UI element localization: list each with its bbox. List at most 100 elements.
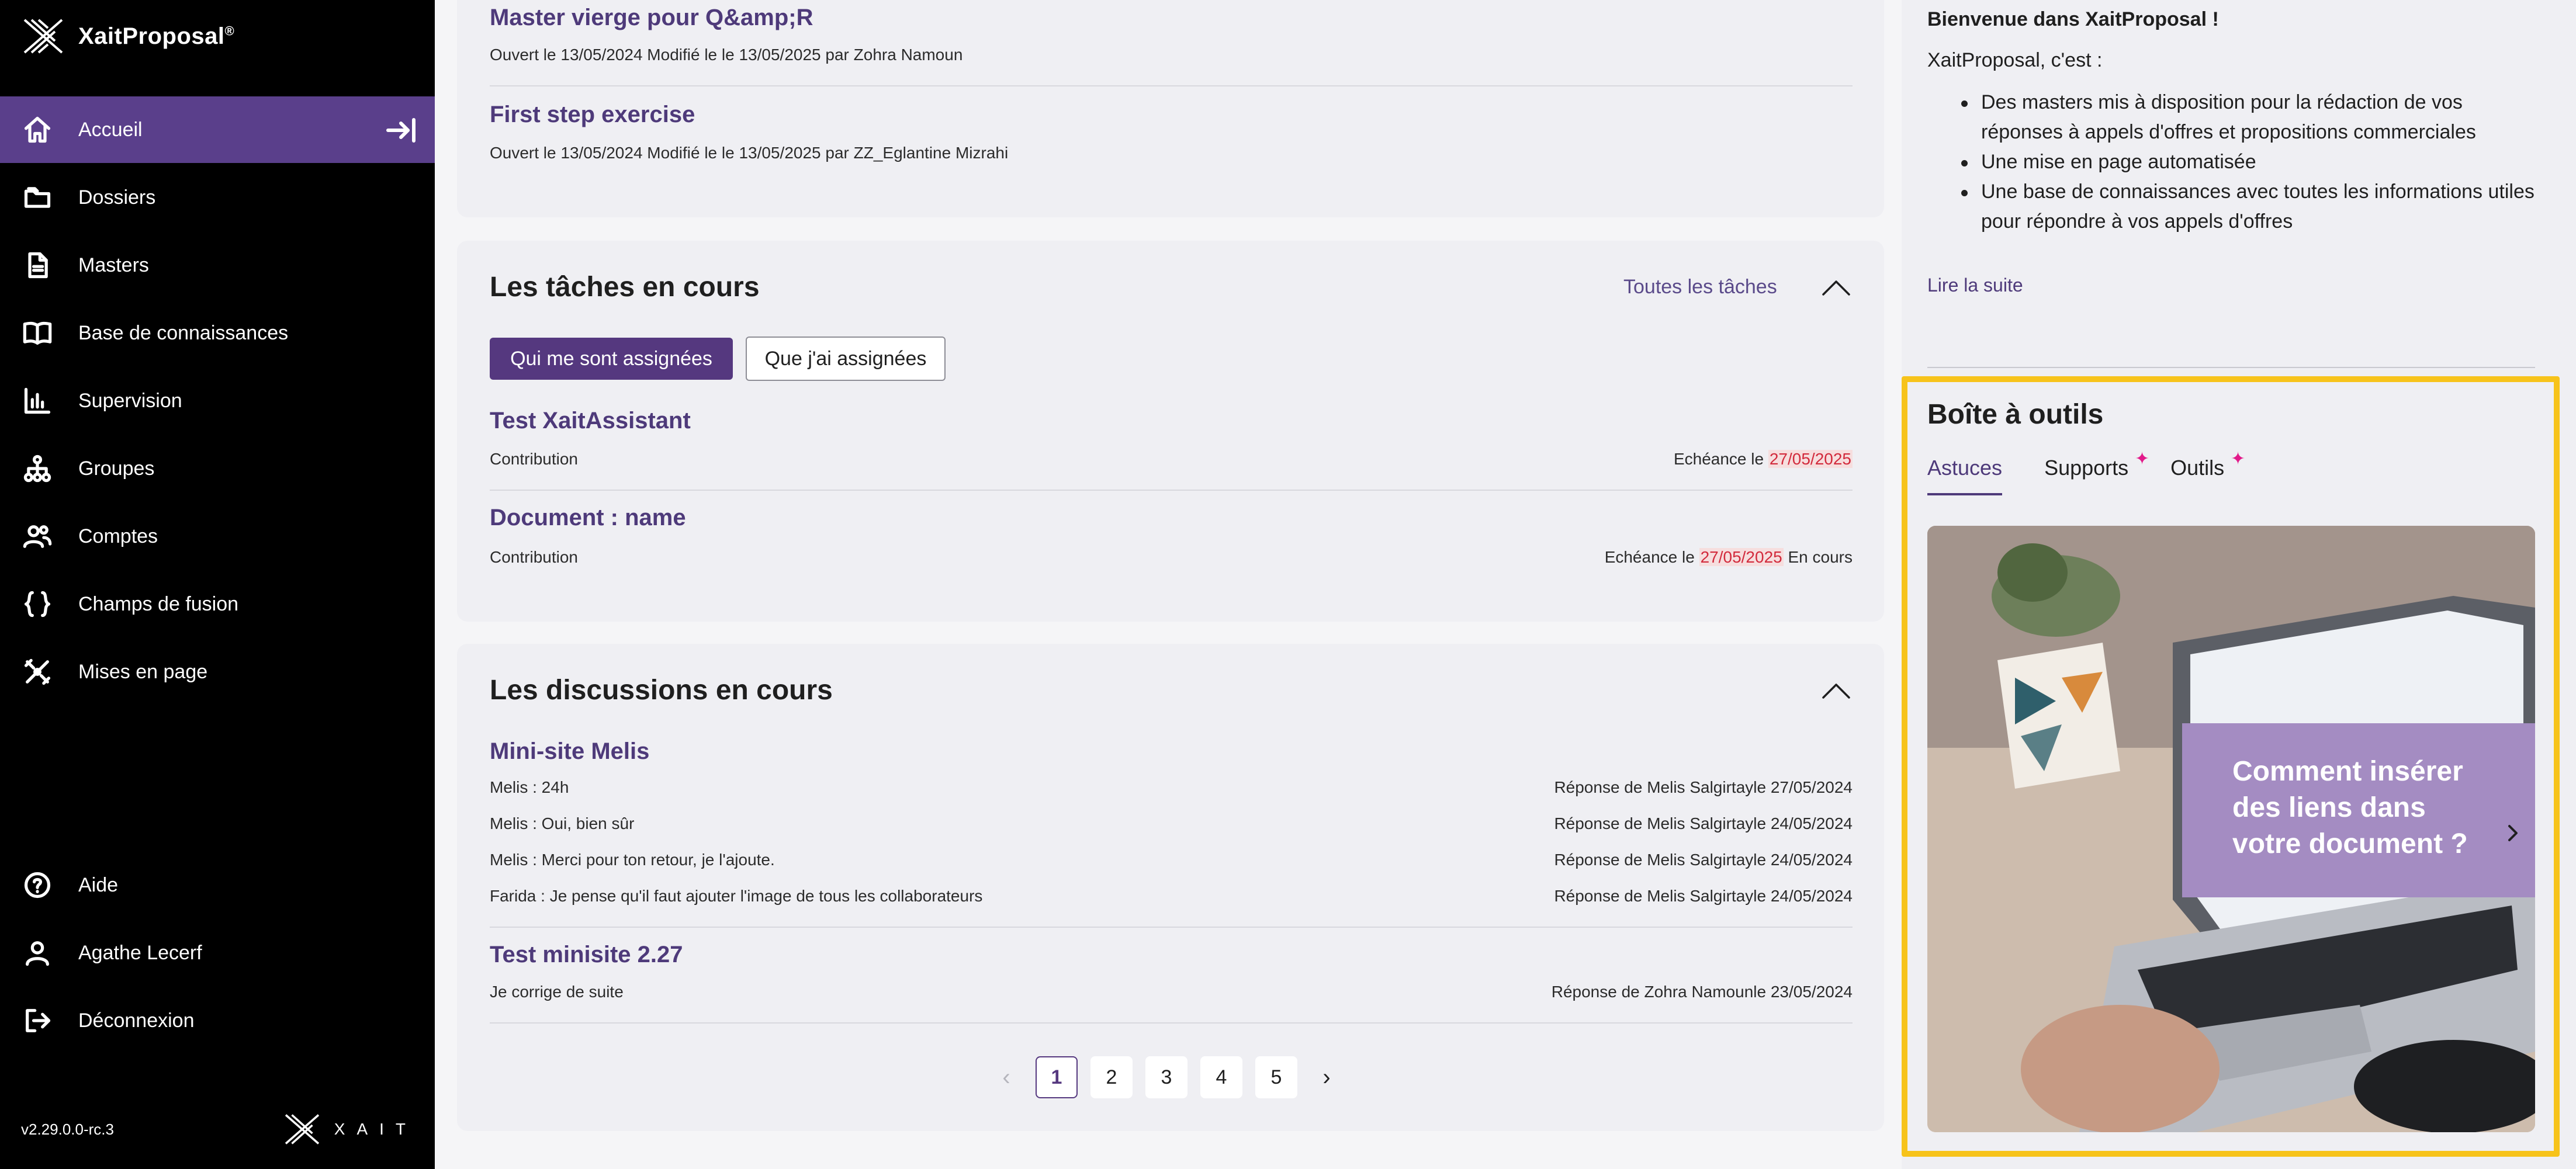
collapse-tasks-icon[interactable] — [1820, 276, 1853, 299]
task-type: Contribution — [490, 548, 578, 566]
sidebar-item-label: Masters — [78, 254, 149, 276]
chevron-right-icon — [2501, 821, 2525, 845]
task-title[interactable]: Document : name — [490, 505, 686, 531]
discussion-thread-title[interactable]: Mini-site Melis — [490, 738, 649, 765]
pagination: ‹ 1 2 3 4 5 › — [990, 1056, 1343, 1098]
welcome-title: Bienvenue dans XaitProposal ! — [1927, 8, 2219, 30]
divider — [490, 490, 1853, 491]
sidebar-item-label: Groupes — [78, 457, 155, 480]
tab-astuces[interactable]: Astuces — [1927, 456, 2003, 495]
divider — [1927, 367, 2535, 368]
task-type: Contribution — [490, 450, 578, 468]
footer-brand-name: XAIT — [334, 1120, 417, 1138]
task-title[interactable]: Test XaitAssistant — [490, 408, 691, 434]
sidebar-item-supervision[interactable]: Supervision — [0, 367, 435, 434]
xait-logo-icon — [285, 1114, 319, 1144]
pagination-page-2[interactable]: 2 — [1090, 1056, 1133, 1098]
tab-outils[interactable]: Outils ✦ — [2170, 449, 2245, 495]
discussion-message: Melis : 24h — [490, 778, 569, 796]
sidebar-item-label: Supervision — [78, 389, 182, 412]
new-sparkle-icon: ✦ — [2135, 449, 2150, 469]
sidebar-item-label: Agathe Lecerf — [78, 941, 202, 964]
sidebar-item-comptes[interactable]: Comptes — [0, 503, 435, 570]
sidebar-item-dossiers[interactable]: Dossiers — [0, 164, 435, 231]
sidebar-item-label: Comptes — [78, 525, 158, 547]
read-more-link[interactable]: Lire la suite — [1927, 275, 2023, 296]
pagination-next-button[interactable]: › — [1310, 1056, 1343, 1098]
home-icon — [22, 115, 53, 145]
recent-item-meta: Ouvert le 13/05/2024 Modifié le le 13/05… — [490, 46, 963, 64]
discussion-reply: Réponse de Melis Salgirtayle 27/05/2024 — [1554, 778, 1853, 796]
document-icon — [22, 250, 53, 280]
discussion-reply: Réponse de Melis Salgirtayle 24/05/2024 — [1554, 814, 1853, 832]
tasks-title: Les tâches en cours — [490, 272, 760, 303]
recent-item-title[interactable]: Master vierge pour Q&amp;R — [490, 5, 813, 31]
promo-text: Comment insérer des liens dans votre doc… — [2232, 756, 2468, 859]
sidebar-item-base-de-connaissances[interactable]: Base de connaissances — [0, 300, 435, 366]
sidebar-item-label: Dossiers — [78, 186, 156, 209]
welcome-bullets: Des masters mis à disposition pour la ré… — [1927, 88, 2541, 237]
sidebar-item-masters[interactable]: Masters — [0, 232, 435, 299]
task-due-prefix: Echéance le — [1604, 548, 1699, 566]
folders-icon — [22, 182, 53, 213]
app-logo[interactable]: XaitProposal® — [21, 18, 234, 55]
pagination-page-1[interactable]: 1 — [1036, 1056, 1078, 1098]
recent-item-meta: Ouvert le 13/05/2024 Modifié le le 13/05… — [490, 144, 1009, 162]
divider — [490, 927, 1853, 928]
welcome-bullet: Une mise en page automatisée — [1927, 147, 2541, 177]
sidebar-item-label: Champs de fusion — [78, 592, 239, 615]
sidebar-item-groupes[interactable]: Groupes — [0, 435, 435, 502]
tab-supports[interactable]: Supports ✦ — [2044, 449, 2149, 495]
toolbox-tabs: Astuces Supports ✦ Outils ✦ — [1927, 449, 2245, 495]
pagination-prev-button[interactable]: ‹ — [990, 1056, 1023, 1098]
sidebar-item-user-profile[interactable]: Agathe Lecerf — [0, 920, 435, 986]
layout-tools-icon — [22, 657, 53, 687]
discussion-message: Melis : Merci pour ton retour, je l'ajou… — [490, 851, 775, 869]
pagination-page-3[interactable]: 3 — [1145, 1056, 1187, 1098]
discussion-reply: Réponse de Melis Salgirtayle 24/05/2024 — [1554, 851, 1853, 869]
xait-logo-icon — [23, 19, 63, 54]
sidebar-item-accueil[interactable]: Accueil — [0, 96, 435, 163]
welcome-bullet: Des masters mis à disposition pour la ré… — [1927, 88, 2541, 147]
task-due-date: 27/05/2025 — [1699, 548, 1784, 566]
discussion-message: Je corrige de suite — [490, 983, 624, 1001]
user-icon — [22, 938, 53, 968]
sidebar-item-aide[interactable]: Aide — [0, 852, 435, 918]
main-nav: Accueil Dossiers Masters Base de connais… — [0, 96, 435, 706]
pagination-page-5[interactable]: 5 — [1255, 1056, 1297, 1098]
task-due: Echéance le 27/05/2025 — [1674, 450, 1853, 469]
sidebar-item-label: Mises en page — [78, 660, 208, 683]
collapse-sidebar-icon[interactable] — [385, 114, 417, 147]
all-tasks-link[interactable]: Toutes les tâches — [1623, 276, 1777, 299]
app-version: v2.29.0.0-rc.3 — [21, 1121, 114, 1138]
braces-icon — [22, 589, 53, 619]
tab-label: Outils — [2170, 456, 2225, 480]
welcome-bullet: Une base de connaissances avec toutes le… — [1927, 177, 2541, 237]
tab-label: Astuces — [1927, 456, 2003, 480]
filter-assigned-to-me-button[interactable]: Qui me sont assignées — [490, 338, 733, 380]
bar-chart-icon — [22, 386, 53, 416]
discussions-title: Les discussions en cours — [490, 675, 833, 706]
sidebar: XaitProposal® Accueil Dossiers Masters B… — [0, 0, 435, 1169]
task-due-prefix: Echéance le — [1673, 450, 1768, 468]
sidebar-item-champs-de-fusion[interactable]: Champs de fusion — [0, 571, 435, 637]
app-brand-name: XaitProposal — [78, 23, 225, 49]
sidebar-item-mises-en-page[interactable]: Mises en page — [0, 639, 435, 705]
collapse-discussions-icon[interactable] — [1820, 679, 1853, 702]
task-status: En cours — [1783, 548, 1853, 566]
pagination-page-4[interactable]: 4 — [1200, 1056, 1242, 1098]
tab-label: Supports — [2044, 456, 2129, 480]
task-due: Echéance le 27/05/2025 En cours — [1605, 548, 1853, 567]
hierarchy-icon — [22, 453, 53, 484]
divider — [490, 1022, 1853, 1024]
secondary-nav: Aide Agathe Lecerf Déconnexion — [0, 852, 435, 1055]
recent-item-title[interactable]: First step exercise — [490, 102, 695, 128]
filter-assigned-by-me-button[interactable]: Que j'ai assignées — [746, 337, 946, 381]
help-icon — [22, 870, 53, 900]
discussion-message: Melis : Oui, bien sûr — [490, 814, 635, 832]
users-icon — [22, 521, 53, 551]
toolbox-promo-card[interactable]: Comment insérer des liens dans votre doc… — [1927, 526, 2535, 1132]
discussion-thread-title[interactable]: Test minisite 2.27 — [490, 942, 683, 968]
sidebar-item-deconnexion[interactable]: Déconnexion — [0, 987, 435, 1054]
task-due-date: 27/05/2025 — [1768, 450, 1853, 468]
